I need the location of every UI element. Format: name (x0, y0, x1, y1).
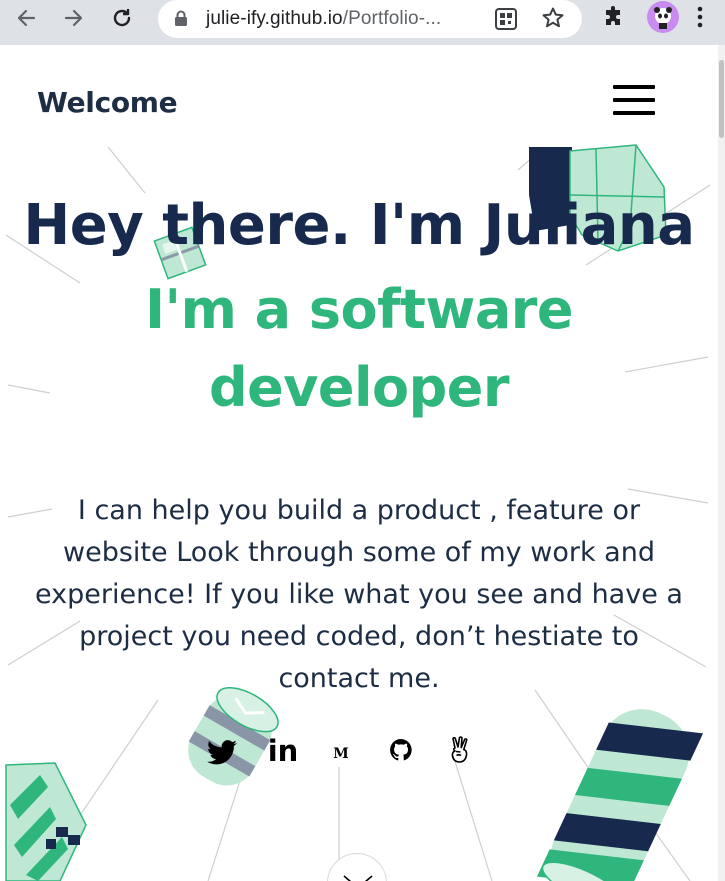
hero-role-line1: I'm a software (144, 278, 574, 341)
back-arrow-icon[interactable] (8, 3, 44, 33)
forward-arrow-icon[interactable] (56, 3, 92, 33)
scrollbar[interactable] (718, 45, 725, 881)
social-links: in M (0, 733, 718, 773)
hamburger-bar (613, 85, 655, 89)
bookmark-star-icon[interactable] (541, 6, 565, 35)
twitter-icon[interactable] (206, 737, 238, 767)
hamburger-bar (613, 111, 655, 115)
github-icon[interactable] (388, 737, 414, 763)
scrollbar-thumb[interactable] (719, 60, 724, 138)
scroll-down-button[interactable] (327, 853, 387, 881)
angellist-icon[interactable] (448, 735, 472, 765)
hero-description: I can help you build a product , feature… (35, 495, 683, 694)
page-viewport: Welcome Hey there. I'm Juliana I'm a sof… (0, 45, 718, 881)
medium-icon[interactable]: M (330, 743, 352, 765)
address-bar[interactable]: julie-ify.github.io/Portfolio-... (158, 0, 582, 38)
hamburger-menu-icon[interactable] (611, 83, 657, 117)
extensions-puzzle-icon[interactable] (602, 5, 626, 34)
striped-cube-shape-bottom-left (5, 762, 87, 881)
url-path: /Portfolio-... (342, 8, 442, 29)
hero-role: I'm a software developer (0, 271, 718, 427)
striped-cylinder-shape-bottom-right (536, 709, 704, 881)
hero-role-line2: developer (208, 356, 510, 419)
chevron-down-icon (343, 875, 373, 881)
url-host: julie-ify.github.io (206, 8, 343, 29)
browser-toolbar: julie-ify.github.io/Portfolio-... (0, 0, 725, 45)
linkedin-icon[interactable]: in (266, 733, 300, 769)
hamburger-bar (613, 98, 655, 102)
hero-greeting: Hey there. I'm Juliana (23, 193, 695, 258)
lock-icon[interactable] (174, 10, 188, 32)
qr-code-icon[interactable] (494, 7, 518, 36)
site-title[interactable]: Welcome (37, 86, 178, 119)
profile-avatar[interactable] (647, 1, 679, 33)
menu-dots-icon[interactable] (696, 4, 704, 35)
url-text[interactable]: julie-ify.github.io/Portfolio-... (206, 8, 441, 30)
reload-icon[interactable] (104, 3, 140, 33)
